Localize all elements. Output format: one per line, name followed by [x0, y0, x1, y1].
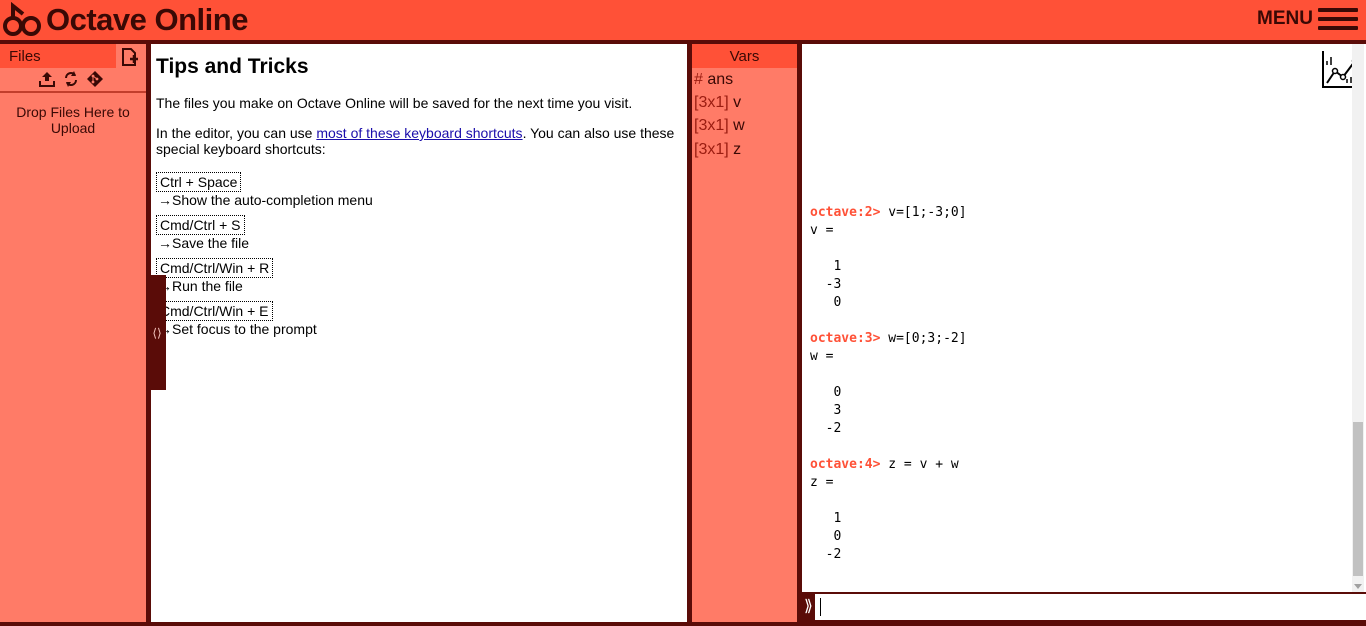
arrow-icon: → [158, 192, 172, 208]
shortcut-desc: →Save the file [158, 235, 249, 251]
hamburger-icon [1318, 7, 1358, 31]
shortcut-desc-text: Set focus to the prompt [172, 321, 317, 337]
console-line: 0 [810, 529, 842, 544]
var-type: [3x1] [694, 117, 729, 134]
new-file-icon[interactable] [120, 47, 142, 67]
var-type: [3x1] [694, 141, 729, 158]
console-line: 3 [810, 403, 842, 418]
var-type: # [694, 71, 703, 88]
scrollbar-thumb[interactable] [1353, 422, 1363, 576]
upload-icon[interactable] [38, 70, 56, 88]
tips-paragraph-1: The files you make on Octave Online will… [156, 95, 633, 111]
arrow-icon: → [158, 235, 172, 251]
console-line: z = [810, 475, 834, 490]
var-item-z[interactable]: [3x1] z [694, 141, 741, 159]
vars-panel: Vars # ans [3x1] v [3x1] w [3x1] z [692, 44, 797, 622]
refresh-icon[interactable] [62, 70, 80, 88]
console-output[interactable]: octave:2> v=[1;-3;0] v = 1 -3 0 octave:3… [802, 44, 1366, 592]
console-line: -2 [810, 421, 842, 436]
command-input-bar: ⟫ [802, 594, 1366, 622]
console-block: octave:3> w=[0;3;-2] [810, 330, 967, 348]
shortcut-desc: →Show the auto-completion menu [158, 192, 373, 208]
shortcut-desc-text: Show the auto-completion menu [172, 192, 373, 208]
keyboard-shortcuts-link[interactable]: most of these keyboard shortcuts [316, 125, 522, 141]
console-line: v = [810, 223, 834, 238]
brand-name: Octave Online [46, 2, 248, 37]
files-resize-handle[interactable]: ⟨⟩ [148, 275, 166, 390]
console-line: -3 [810, 277, 842, 292]
shortcut-desc-text: Save the file [172, 235, 250, 251]
logo[interactable]: Octave Online [3, 2, 248, 38]
console-line: 0 [810, 295, 842, 310]
drop-zone[interactable]: Drop Files Here to Upload [0, 104, 146, 136]
console-line: 1 [810, 259, 842, 274]
prompt-chevron-icon: ⟫ [804, 598, 813, 615]
console-line: w = [810, 349, 834, 364]
var-name: w [733, 117, 745, 134]
console-block: octave:2> v=[1;-3;0] [810, 204, 967, 222]
tips-paragraph-2: In the editor, you can use most of these… [156, 125, 681, 157]
shortcut-desc: →Run the file [158, 278, 243, 294]
shortcut-keys: Cmd/Ctrl + S [156, 215, 245, 235]
top-bar: Octave Online MENU [0, 0, 1366, 40]
shortcut-keys: Cmd/Ctrl/Win + E [156, 301, 273, 321]
var-name: ans [707, 71, 734, 88]
console-prompt: octave:2> [810, 205, 881, 220]
text-caret [820, 598, 821, 616]
octave-logo-icon [3, 2, 41, 36]
console-prompt: octave:4> [810, 457, 881, 472]
tips-title: Tips and Tricks [156, 55, 309, 78]
var-name: v [733, 94, 742, 111]
files-panel: Files Drop Files Here to Upload [0, 44, 146, 622]
menu-label: MENU [1257, 8, 1313, 29]
file-toolbar [38, 70, 104, 88]
console-line: -2 [810, 547, 842, 562]
files-header: Files [0, 44, 116, 68]
command-input[interactable] [815, 594, 1366, 620]
shortcut-keys: Ctrl + Space [156, 172, 242, 192]
console-scrollbar[interactable] [1352, 44, 1364, 592]
menu-button[interactable]: MENU [1257, 7, 1358, 31]
console-prompt: octave:3> [810, 331, 881, 346]
git-icon[interactable] [86, 70, 104, 88]
scroll-down-icon[interactable] [1354, 584, 1362, 589]
console-line: 1 [810, 511, 842, 526]
tips-text: In the editor, you can use [156, 125, 317, 141]
console-command: w=[0;3;-2] [880, 331, 967, 346]
shortcut-desc: →Set focus to the prompt [158, 321, 317, 337]
files-title: Files [9, 48, 41, 65]
var-type: [3x1] [694, 94, 729, 111]
var-item-w[interactable]: [3x1] w [694, 117, 745, 135]
divider [0, 91, 146, 93]
shortcut-desc-text: Run the file [172, 278, 243, 294]
vars-title: Vars [692, 44, 797, 68]
editor-panel[interactable]: Tips and Tricks The files you make on Oc… [151, 44, 687, 622]
var-item-v[interactable]: [3x1] v [694, 94, 741, 112]
var-name: z [733, 141, 742, 158]
console-command: z = v + w [880, 457, 959, 472]
console-line: 0 [810, 385, 842, 400]
console-command: v=[1;-3;0] [880, 205, 967, 220]
console-block: octave:4> z = v + w [810, 456, 959, 474]
shortcut-keys: Cmd/Ctrl/Win + R [156, 258, 274, 278]
var-item-ans[interactable]: # ans [694, 71, 733, 89]
